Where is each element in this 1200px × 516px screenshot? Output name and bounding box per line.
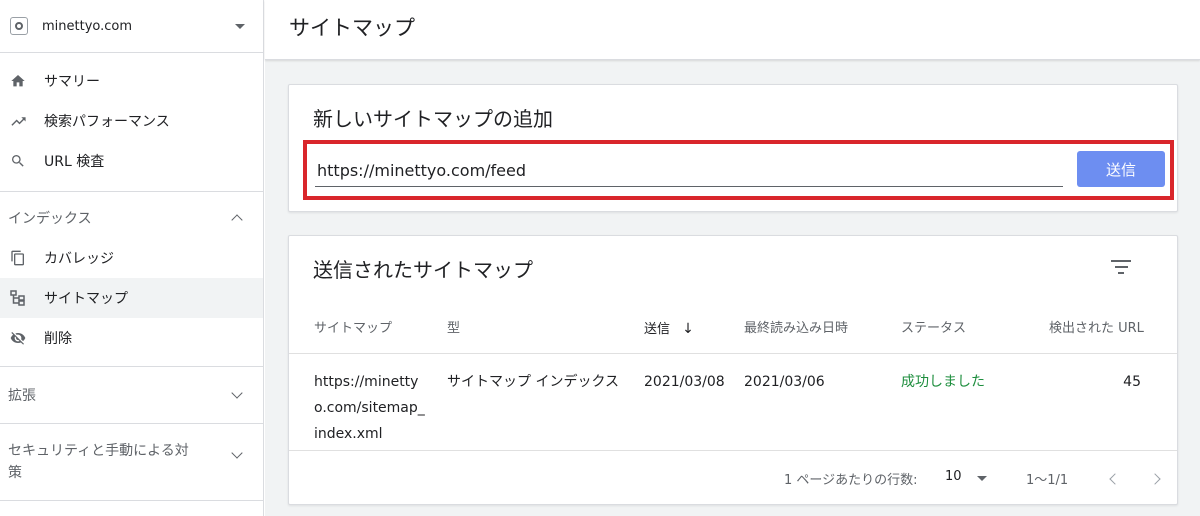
- chevron-down-icon: [231, 447, 243, 459]
- property-name: minettyo.com: [42, 18, 133, 34]
- add-sitemap-title: 新しいサイトマップの追加: [313, 107, 553, 131]
- page-title: サイトマップ: [289, 16, 415, 40]
- nav-item-label: サイトマップ: [44, 291, 128, 307]
- nav-item-label: URL 検査: [44, 154, 105, 170]
- nav-item-label: 検索パフォーマンス: [44, 114, 170, 130]
- main-content: サイトマップ 新しいサイトマップの追加 送信 送信されたサイトマップ サイトマッ…: [265, 0, 1200, 516]
- cell-sitemap: https://minettyo.com/sitemap_index.xml: [314, 374, 425, 442]
- sitemap-icon: [8, 288, 28, 308]
- col-submitted[interactable]: 送信 ↓: [644, 320, 694, 339]
- cell-last-read: 2021/03/06: [744, 374, 825, 390]
- rows-per-page-label: 1 ページあたりの行数:: [784, 473, 918, 488]
- nav-item-url-inspection[interactable]: URL 検査: [0, 141, 263, 181]
- col-discovered-urls[interactable]: 検出された URL: [1049, 320, 1144, 338]
- sitemap-url-input[interactable]: [315, 155, 1063, 187]
- home-icon: [8, 71, 28, 91]
- nav-item-label: 削除: [44, 331, 72, 347]
- nav-item-performance[interactable]: 検索パフォーマンス: [0, 101, 263, 141]
- trending-up-icon: [8, 111, 28, 131]
- cell-type: サイトマップ インデックス: [447, 374, 620, 390]
- cell-status: 成功しました: [901, 374, 985, 390]
- cell-discovered-urls: 45: [1123, 374, 1141, 390]
- group-label: セキュリティと手動による対策: [8, 443, 189, 481]
- group-header-enhancements[interactable]: 拡張: [0, 367, 263, 423]
- property-selector[interactable]: minettyo.com: [0, 0, 263, 53]
- chevron-down-icon: [231, 387, 243, 399]
- add-sitemap-card: 新しいサイトマップの追加 送信: [288, 84, 1178, 212]
- chevron-up-icon: [231, 214, 243, 226]
- nav-item-sitemaps[interactable]: サイトマップ: [0, 278, 263, 318]
- nav-security-group: セキュリティと手動による対策: [0, 424, 263, 501]
- group-header-security[interactable]: セキュリティと手動による対策: [0, 424, 263, 500]
- sidebar: minettyo.com サマリー 検索パフォーマンス URL 検査 インデック…: [0, 0, 264, 516]
- nav-item-label: サマリー: [44, 74, 100, 90]
- group-label: 拡張: [8, 388, 36, 404]
- submitted-sitemaps-card: 送信されたサイトマップ サイトマップ 型 送信 ↓ 最終読み込み日時 ステータス…: [288, 235, 1178, 505]
- col-last-read[interactable]: 最終読み込み日時: [744, 320, 848, 338]
- top-bar: サイトマップ: [265, 0, 1200, 60]
- chevron-right-icon[interactable]: [1149, 473, 1161, 485]
- chevron-left-icon[interactable]: [1109, 473, 1121, 485]
- filter-icon[interactable]: [1111, 260, 1131, 274]
- nav-item-coverage[interactable]: カバレッジ: [0, 238, 263, 278]
- caret-down-icon[interactable]: [977, 476, 987, 481]
- group-header-index[interactable]: インデックス: [0, 192, 263, 244]
- submit-button[interactable]: 送信: [1077, 151, 1165, 187]
- page-range: 1〜1/1: [1026, 473, 1069, 488]
- arrow-down-icon: ↓: [682, 321, 694, 337]
- nav-item-summary[interactable]: サマリー: [0, 61, 263, 101]
- visibility-off-icon: [8, 328, 28, 348]
- col-status[interactable]: ステータス: [901, 320, 966, 338]
- pagination: 1 ページあたりの行数: 10 1〜1/1: [289, 451, 1177, 506]
- col-submitted-label: 送信: [644, 322, 671, 337]
- nav-item-label: カバレッジ: [44, 251, 114, 267]
- nav-index-group: インデックス カバレッジ サイトマップ 削除: [0, 192, 263, 367]
- nav-enhancements-group: 拡張: [0, 367, 263, 424]
- group-label: インデックス: [8, 211, 92, 227]
- table-header: サイトマップ 型 送信 ↓ 最終読み込み日時 ステータス 検出された URL: [289, 320, 1177, 354]
- file-copy-icon: [8, 248, 28, 268]
- col-sitemap[interactable]: サイトマップ: [314, 320, 392, 338]
- cell-submitted: 2021/03/08: [644, 374, 725, 390]
- submitted-sitemaps-title: 送信されたサイトマップ: [313, 258, 533, 282]
- rows-per-page-select[interactable]: 10: [945, 469, 962, 484]
- col-type[interactable]: 型: [447, 320, 460, 338]
- nav-item-removals[interactable]: 削除: [0, 318, 263, 358]
- search-icon: [8, 151, 28, 171]
- caret-down-icon: [235, 23, 245, 29]
- table-row[interactable]: https://minettyo.com/sitemap_index.xml サ…: [289, 355, 1177, 451]
- property-icon: [10, 17, 28, 35]
- nav-main: サマリー 検索パフォーマンス URL 検査: [0, 53, 263, 192]
